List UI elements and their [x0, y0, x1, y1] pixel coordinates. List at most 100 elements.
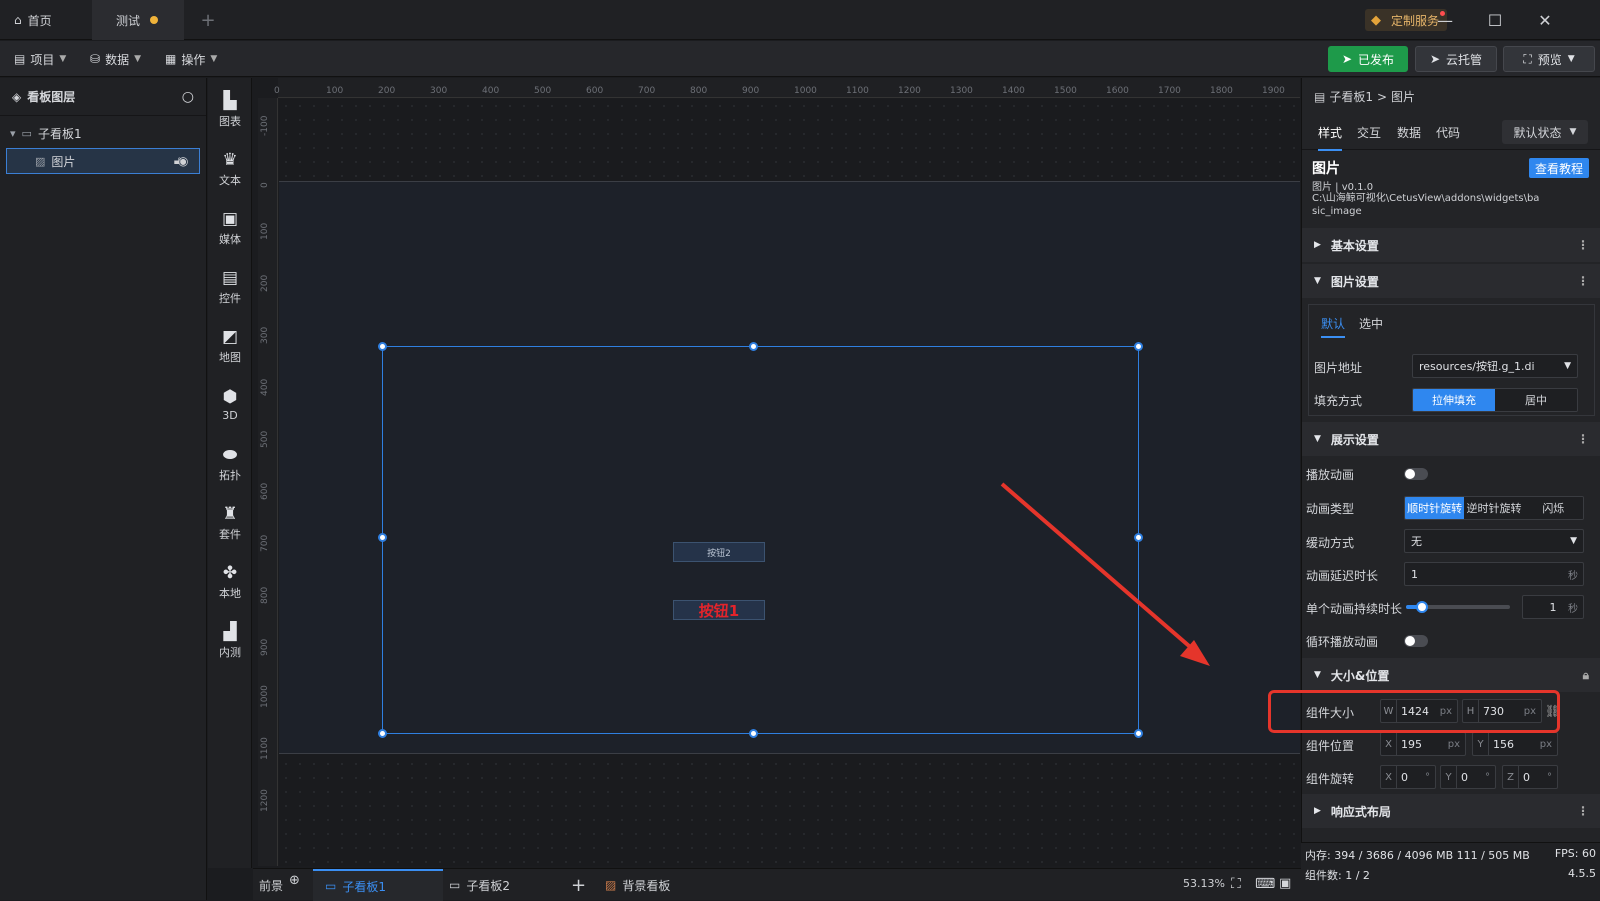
rot-y-input[interactable]: Y 0 °: [1440, 765, 1496, 789]
add-circle-icon[interactable]: ⊕: [289, 873, 300, 888]
tab-foreground[interactable]: 前景 ⊕: [259, 869, 300, 901]
add-board-button[interactable]: +: [571, 869, 586, 901]
view-tutorial-button[interactable]: 查看教程: [1529, 158, 1589, 178]
tool-media[interactable]: ▣ 媒体: [208, 200, 252, 256]
menu-data[interactable]: ⛁ 数据 ▼: [90, 41, 141, 77]
easing-select[interactable]: 无 ▼: [1404, 529, 1584, 553]
more-icon[interactable]: ⋮: [1577, 238, 1589, 252]
resize-handle[interactable]: [378, 342, 387, 351]
ruler-tick: 300: [430, 86, 448, 96]
tab-background-board[interactable]: ▨ 背景看板: [605, 869, 670, 901]
resize-handle[interactable]: [749, 342, 758, 351]
resize-handle[interactable]: [378, 729, 387, 738]
rot-x-input[interactable]: X 0 °: [1380, 765, 1436, 789]
tool-beta[interactable]: ▟ 内测: [208, 613, 252, 669]
canvas-button-2[interactable]: 按钮2: [673, 542, 765, 562]
tab-code[interactable]: 代码: [1436, 124, 1460, 141]
section-basic-settings[interactable]: ▶ 基本设置 ⋮: [1302, 228, 1600, 262]
play-anim-toggle[interactable]: [1404, 468, 1428, 480]
terminal-icon[interactable]: ▣: [1279, 876, 1291, 891]
component-count: 组件数: 1 / 2: [1305, 869, 1370, 882]
x-input[interactable]: X 195 px: [1380, 732, 1466, 756]
layer-item-subboard1[interactable]: ▾ ▭ 子看板1: [0, 120, 206, 146]
preview-button[interactable]: ⛶ 预览 ▼: [1503, 46, 1595, 72]
menu-operation[interactable]: ▦ 操作 ▼: [165, 41, 217, 77]
tool-local[interactable]: ✤ 本地: [208, 554, 252, 610]
tab-style[interactable]: 样式: [1318, 124, 1343, 151]
resize-handle[interactable]: [749, 729, 758, 738]
more-icon[interactable]: ⋮: [1577, 432, 1589, 446]
ruler-tick: 1100: [260, 737, 270, 760]
lock-icon[interactable]: 🔒︎: [1583, 668, 1589, 683]
breadcrumb-parent[interactable]: 子看板1: [1329, 88, 1373, 105]
tool-3d[interactable]: ⬢ 3D: [208, 377, 252, 433]
canvas-button-1[interactable]: 按钮1: [673, 600, 765, 620]
state-select[interactable]: 默认状态 ▼: [1502, 120, 1588, 144]
loop-anim-toggle[interactable]: [1404, 635, 1428, 647]
section-responsive-layout[interactable]: ▶ 响应式布局 ⋮: [1302, 794, 1600, 828]
ruler-tick: 0: [260, 182, 270, 188]
resize-handle[interactable]: [1134, 729, 1143, 738]
unit-seconds: 秒: [1568, 570, 1578, 582]
tab-home[interactable]: ⌂ 首页: [0, 0, 92, 40]
section-display-settings[interactable]: ▼ 展示设置 ⋮: [1302, 422, 1600, 456]
canvas-area[interactable]: 按钮2 按钮1: [279, 99, 1300, 866]
anim-duration-slider[interactable]: [1406, 601, 1510, 613]
tab-data[interactable]: 数据: [1397, 124, 1421, 141]
tool-suite[interactable]: ♜ 套件: [208, 495, 252, 551]
section-image-settings[interactable]: ▼ 图片设置 ⋮: [1302, 264, 1600, 298]
more-icon[interactable]: ⋮: [1577, 274, 1589, 288]
cloud-host-label: 云托管: [1446, 52, 1483, 67]
y-input[interactable]: Y 156 px: [1472, 732, 1558, 756]
img-tab-selected[interactable]: 选中: [1359, 315, 1383, 332]
layer-item-image[interactable]: ▨ 图片 🔓︎ ◉: [6, 148, 200, 174]
img-url-select[interactable]: resources/按钮.g_1.di ▼: [1412, 354, 1578, 378]
rot-z-input[interactable]: Z 0 °: [1502, 765, 1558, 789]
tool-topology[interactable]: ⬬ 拓扑: [208, 436, 252, 492]
tool-map[interactable]: ◩ 地图: [208, 318, 252, 374]
tab-interaction[interactable]: 交互: [1357, 124, 1381, 141]
new-tab-button[interactable]: +: [190, 0, 226, 40]
tab-subboard2[interactable]: ▭ 子看板2: [449, 869, 510, 901]
search-icon[interactable]: ○: [182, 89, 194, 105]
tab-subboard1[interactable]: ▭ 子看板1: [313, 869, 443, 901]
minimize-button[interactable]: —: [1420, 0, 1470, 40]
resize-handle[interactable]: [378, 533, 387, 542]
published-button[interactable]: ➤ 已发布: [1328, 46, 1408, 72]
tab-test[interactable]: 测试: [92, 0, 184, 40]
cloud-host-button[interactable]: ➤ 云托管: [1415, 46, 1497, 72]
slider-knob[interactable]: [1415, 601, 1428, 613]
anim-blink-option[interactable]: 闪烁: [1523, 497, 1583, 519]
anim-counterclockwise-option[interactable]: 逆时针旋转: [1464, 497, 1524, 519]
eye-icon[interactable]: ◉: [178, 154, 188, 168]
close-button[interactable]: ✕: [1520, 0, 1570, 40]
monitor-icon: ▭: [325, 879, 337, 893]
tool-text[interactable]: ♛ 文本: [208, 141, 252, 197]
text-icon: ♛: [222, 149, 238, 170]
fill-stretch-option[interactable]: 拉伸填充: [1413, 389, 1495, 411]
fill-center-option[interactable]: 居中: [1495, 389, 1577, 411]
anim-duration-input[interactable]: 1秒: [1522, 595, 1584, 619]
resize-handle[interactable]: [1134, 533, 1143, 542]
menu-project[interactable]: ▤ 项目 ▼: [14, 41, 66, 77]
image-widget-selection[interactable]: [378, 342, 1143, 738]
maximize-button[interactable]: ☐: [1470, 0, 1520, 40]
anim-clockwise-option[interactable]: 顺时针旋转: [1405, 497, 1465, 519]
anim-delay-input[interactable]: 1秒: [1404, 562, 1584, 586]
rot-z-value: 0: [1523, 770, 1530, 784]
keyboard-icon[interactable]: ⌨: [1255, 876, 1275, 892]
sub-board-canvas[interactable]: 按钮2 按钮1: [279, 181, 1300, 754]
tool-label: 文本: [219, 173, 241, 187]
chevron-down-icon: ▼: [1569, 127, 1577, 137]
suite-icon: ♜: [222, 503, 238, 524]
fit-screen-icon[interactable]: ⛶: [1231, 876, 1241, 892]
img-tab-default[interactable]: 默认: [1321, 315, 1346, 338]
section-size-position[interactable]: ▼ 大小&位置 🔒︎: [1302, 658, 1600, 692]
zoom-level[interactable]: 53.13%: [1183, 877, 1225, 890]
section-title: 基本设置: [1330, 238, 1379, 253]
resize-handle[interactable]: [1134, 342, 1143, 351]
tool-chart[interactable]: ▙ 图表: [208, 82, 252, 138]
more-icon[interactable]: ⋮: [1577, 804, 1589, 818]
tool-control[interactable]: ▤ 控件: [208, 259, 252, 315]
caret-down-icon[interactable]: ▾: [10, 127, 16, 140]
